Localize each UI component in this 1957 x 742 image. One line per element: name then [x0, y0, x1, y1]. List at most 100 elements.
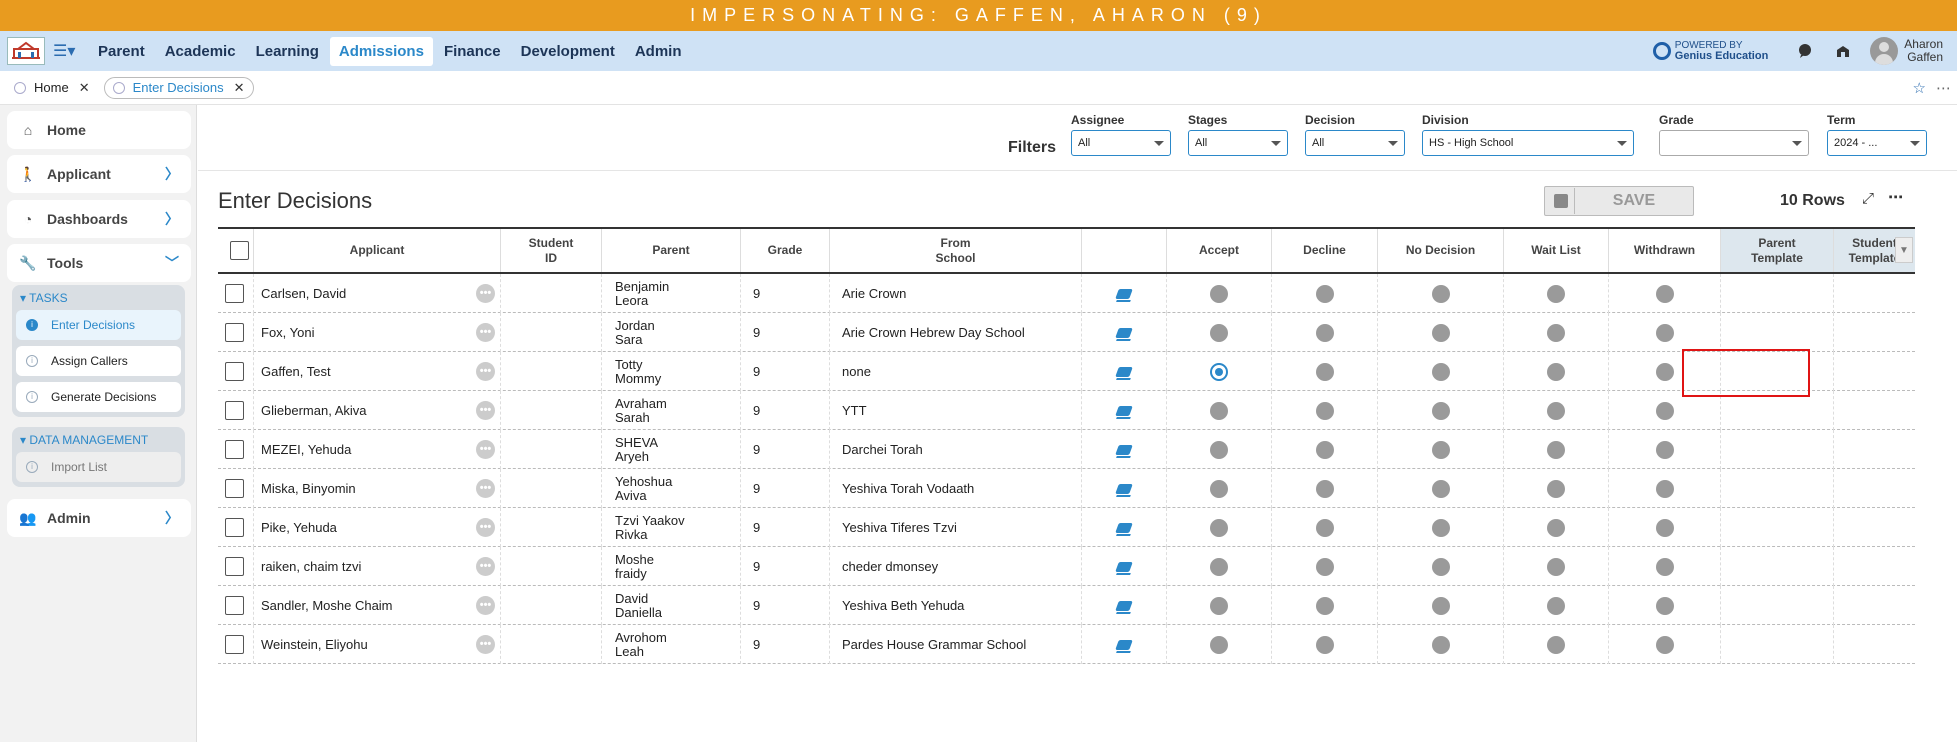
- accept-radio[interactable]: [1210, 401, 1228, 420]
- col-accept[interactable]: Accept: [1167, 229, 1272, 272]
- accept-radio[interactable]: [1210, 596, 1228, 615]
- accept-radio[interactable]: [1210, 635, 1228, 654]
- accept-radio[interactable]: [1210, 440, 1228, 459]
- no-decision-radio[interactable]: [1431, 596, 1450, 615]
- more-options-icon[interactable]: ⋯: [1936, 79, 1951, 97]
- row-actions-icon[interactable]: •••: [476, 362, 495, 381]
- decline-radio[interactable]: [1315, 362, 1334, 381]
- user-name[interactable]: Aharon Gaffen: [1904, 38, 1943, 64]
- open-tab-enter-decisions[interactable]: Enter Decisions ✕: [103, 76, 254, 99]
- sidebar-task-assign-callers[interactable]: i Assign Callers: [16, 346, 181, 376]
- withdrawn-radio[interactable]: [1655, 518, 1674, 537]
- nav-tab-finance[interactable]: Finance: [435, 37, 510, 66]
- wait-list-radio[interactable]: [1547, 401, 1565, 420]
- wait-list-radio[interactable]: [1547, 284, 1565, 303]
- assignee-select[interactable]: All: [1071, 130, 1171, 156]
- accept-radio[interactable]: [1210, 284, 1228, 303]
- applicant-name[interactable]: Miska, Binyomin: [261, 481, 356, 496]
- chat-icon[interactable]: [1794, 40, 1816, 62]
- cell-stpl[interactable]: [1834, 547, 1915, 586]
- withdrawn-radio[interactable]: [1655, 440, 1674, 459]
- wait-list-radio[interactable]: [1547, 635, 1565, 654]
- applicant-name[interactable]: MEZEI, Yehuda: [261, 442, 351, 457]
- cell-stpl[interactable]: [1834, 469, 1915, 508]
- nav-tab-development[interactable]: Development: [512, 37, 624, 66]
- row-checkbox[interactable]: [225, 362, 244, 381]
- nav-tab-parent[interactable]: Parent: [89, 37, 154, 66]
- nav-tab-learning[interactable]: Learning: [247, 37, 328, 66]
- eraser-icon[interactable]: [1115, 600, 1133, 611]
- decline-radio[interactable]: [1315, 635, 1334, 654]
- cell-stpl[interactable]: [1834, 586, 1915, 625]
- cell-ptpl[interactable]: [1721, 274, 1834, 313]
- row-checkbox[interactable]: [225, 596, 244, 615]
- eraser-icon[interactable]: [1115, 522, 1133, 533]
- sidebar-task-enter-decisions[interactable]: i Enter Decisions: [16, 310, 181, 340]
- col-wait-list[interactable]: Wait List: [1504, 229, 1609, 272]
- row-checkbox[interactable]: [225, 557, 244, 576]
- col-student-id[interactable]: Student ID: [501, 229, 602, 272]
- row-actions-icon[interactable]: •••: [476, 596, 495, 615]
- col-from-school[interactable]: From School: [830, 229, 1082, 272]
- accept-radio[interactable]: [1210, 479, 1228, 498]
- row-checkbox[interactable]: [225, 323, 244, 342]
- applicant-name[interactable]: Carlsen, David: [261, 286, 346, 301]
- data-management-title[interactable]: ▾ DATA MANAGEMENT: [20, 432, 181, 448]
- row-actions-icon[interactable]: •••: [476, 440, 495, 459]
- cell-sid[interactable]: [501, 586, 602, 625]
- eraser-icon[interactable]: [1115, 561, 1133, 572]
- wait-list-radio[interactable]: [1547, 362, 1565, 381]
- sidebar-item-dashboards[interactable]: ◔ Dashboards 〉: [7, 200, 191, 238]
- cell-stpl[interactable]: [1834, 625, 1915, 664]
- cell-ptpl[interactable]: [1721, 508, 1834, 547]
- cell-ptpl[interactable]: [1721, 430, 1834, 469]
- grade-select[interactable]: [1659, 130, 1809, 156]
- sidebar-task-import-list[interactable]: i Import List: [16, 452, 181, 482]
- cell-ptpl[interactable]: [1721, 625, 1834, 664]
- eraser-icon[interactable]: [1115, 366, 1133, 377]
- no-decision-radio[interactable]: [1431, 635, 1450, 654]
- applicant-name[interactable]: Weinstein, Eliyohu: [261, 637, 368, 652]
- row-actions-icon[interactable]: •••: [476, 557, 495, 576]
- stages-select[interactable]: All: [1188, 130, 1288, 156]
- decline-radio[interactable]: [1315, 479, 1334, 498]
- decline-radio[interactable]: [1315, 401, 1334, 420]
- decision-select[interactable]: All: [1305, 130, 1405, 156]
- wait-list-radio[interactable]: [1547, 518, 1565, 537]
- cell-ptpl[interactable]: [1721, 469, 1834, 508]
- menu-toggle-icon[interactable]: ☰▾: [53, 41, 81, 61]
- cell-sid[interactable]: [501, 547, 602, 586]
- cell-sid[interactable]: [501, 313, 602, 352]
- wait-list-radio[interactable]: [1547, 440, 1565, 459]
- user-avatar[interactable]: [1870, 37, 1899, 65]
- col-student-template[interactable]: Student Template ▼: [1834, 229, 1915, 272]
- close-icon[interactable]: ✕: [79, 80, 90, 96]
- column-filter-icon[interactable]: ▼: [1895, 237, 1913, 263]
- eraser-icon[interactable]: [1115, 639, 1133, 650]
- accept-radio[interactable]: [1210, 362, 1228, 381]
- decline-radio[interactable]: [1315, 557, 1334, 576]
- cell-stpl[interactable]: [1834, 391, 1915, 430]
- save-button[interactable]: SAVE: [1544, 186, 1694, 216]
- withdrawn-radio[interactable]: [1655, 323, 1674, 342]
- row-actions-icon[interactable]: •••: [476, 479, 495, 498]
- sidebar-item-home[interactable]: ⌂ Home: [7, 111, 191, 149]
- wait-list-radio[interactable]: [1547, 323, 1565, 342]
- open-tab-home[interactable]: Home ✕: [6, 77, 98, 99]
- cell-ptpl[interactable]: [1721, 313, 1834, 352]
- row-actions-icon[interactable]: •••: [476, 518, 495, 537]
- cell-stpl[interactable]: [1834, 352, 1915, 391]
- decline-radio[interactable]: [1315, 284, 1334, 303]
- no-decision-radio[interactable]: [1431, 518, 1450, 537]
- cell-sid[interactable]: [501, 469, 602, 508]
- no-decision-radio[interactable]: [1431, 440, 1450, 459]
- decline-radio[interactable]: [1315, 596, 1334, 615]
- eraser-icon[interactable]: [1115, 327, 1133, 338]
- eraser-icon[interactable]: [1115, 288, 1133, 299]
- col-grade[interactable]: Grade: [741, 229, 830, 272]
- row-checkbox[interactable]: [225, 479, 244, 498]
- no-decision-radio[interactable]: [1431, 401, 1450, 420]
- decline-radio[interactable]: [1315, 323, 1334, 342]
- applicant-name[interactable]: Pike, Yehuda: [261, 520, 337, 535]
- row-actions-icon[interactable]: •••: [476, 323, 495, 342]
